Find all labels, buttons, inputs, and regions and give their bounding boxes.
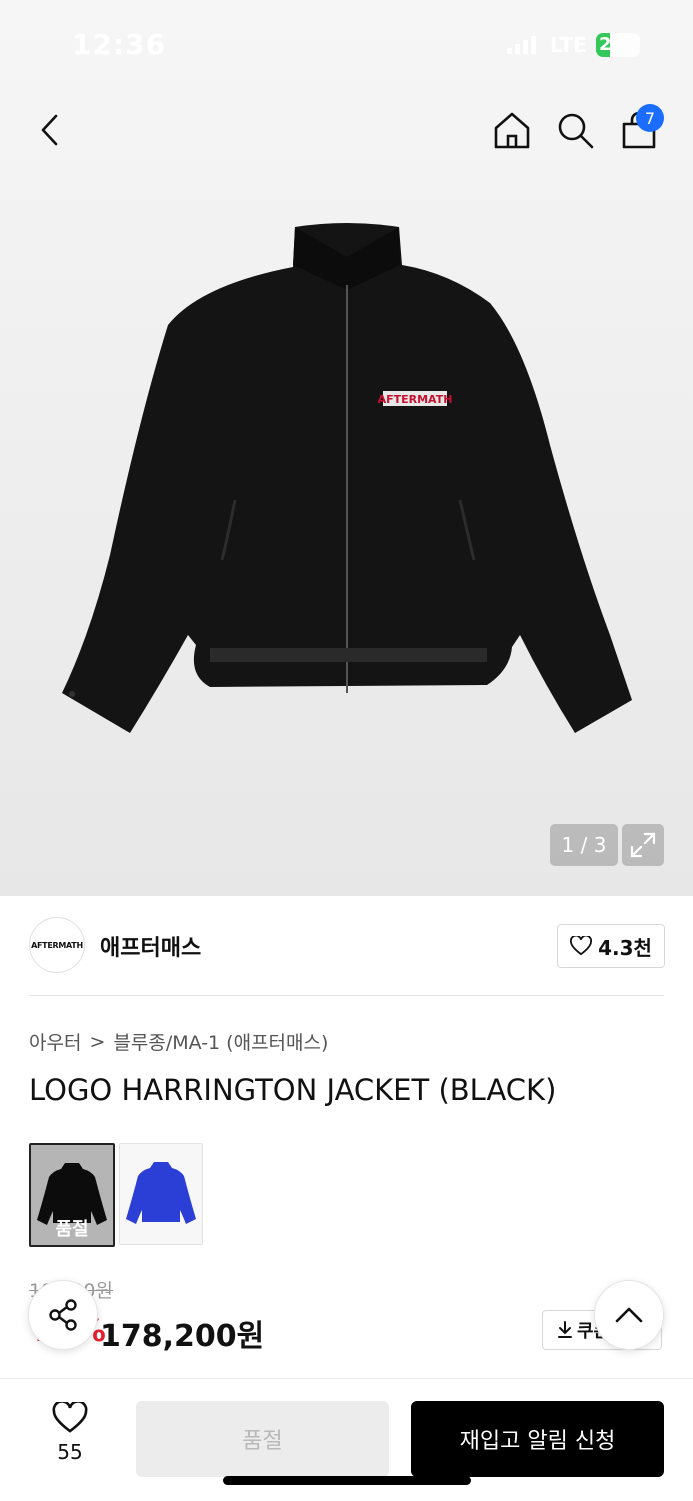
- sale-price: 178,200원: [100, 1319, 265, 1354]
- back-button[interactable]: [28, 108, 72, 152]
- brand-logo-text: AFTERMATH: [31, 940, 83, 950]
- brand-like-count: 4.3천: [598, 935, 652, 960]
- brand-logo[interactable]: AFTERMATH: [29, 917, 85, 973]
- network-label: LTE: [550, 33, 587, 57]
- option-thumbnail: [120, 1144, 202, 1244]
- product-gallery[interactable]: 12:36 LTE 24 7 AFTERMATH 1 / 3: [0, 0, 693, 896]
- expand-icon: [630, 832, 656, 858]
- breadcrumb-separator: >: [89, 1030, 106, 1053]
- scroll-top-button[interactable]: [594, 1280, 664, 1350]
- product-title: LOGO HARRINGTON JACKET (BLACK): [29, 1073, 557, 1107]
- color-option-blue[interactable]: [119, 1143, 203, 1245]
- brand-name[interactable]: 애프터매스: [100, 930, 201, 962]
- color-option-black[interactable]: 품절: [29, 1143, 115, 1247]
- restock-alert-button[interactable]: 재입고 알림 신청: [411, 1401, 664, 1477]
- brand-like-button[interactable]: 4.3천: [557, 924, 665, 968]
- share-button[interactable]: [28, 1280, 98, 1350]
- chevron-up-icon: [615, 1307, 643, 1323]
- battery-icon: 24: [596, 33, 640, 57]
- signal-icon: [507, 36, 536, 54]
- divider: [29, 995, 664, 996]
- chevron-left-icon: [41, 114, 58, 146]
- image-counter: 1 / 3: [550, 824, 618, 866]
- home-indicator: [223, 1476, 471, 1485]
- cart-count-badge: 7: [636, 104, 664, 132]
- home-icon: [494, 112, 530, 149]
- heart-icon: [570, 936, 593, 956]
- battery-level: 24: [599, 34, 625, 55]
- breadcrumb-subcategory[interactable]: 블루종/MA-1 (애프터매스): [113, 1028, 328, 1055]
- search-icon: [558, 113, 594, 149]
- breadcrumb-category[interactable]: 아우터: [29, 1028, 81, 1055]
- soldout-label: 품절: [55, 1219, 89, 1240]
- share-icon: [49, 1299, 77, 1331]
- product-image: AFTERMATH: [62, 223, 632, 733]
- fullscreen-button[interactable]: [622, 824, 664, 866]
- status-time: 12:36: [72, 28, 167, 61]
- wishlist-button[interactable]: 55: [42, 1402, 98, 1464]
- home-button[interactable]: [490, 108, 534, 152]
- wishlist-count: 55: [57, 1440, 83, 1464]
- soldout-button: 품절: [136, 1401, 389, 1477]
- download-icon: [558, 1321, 572, 1338]
- jacket-logo-patch: AFTERMATH: [378, 393, 453, 406]
- heart-icon: [52, 1402, 88, 1433]
- breadcrumb: 아우터 > 블루종/MA-1 (애프터매스): [29, 1028, 328, 1055]
- search-button[interactable]: [553, 108, 597, 152]
